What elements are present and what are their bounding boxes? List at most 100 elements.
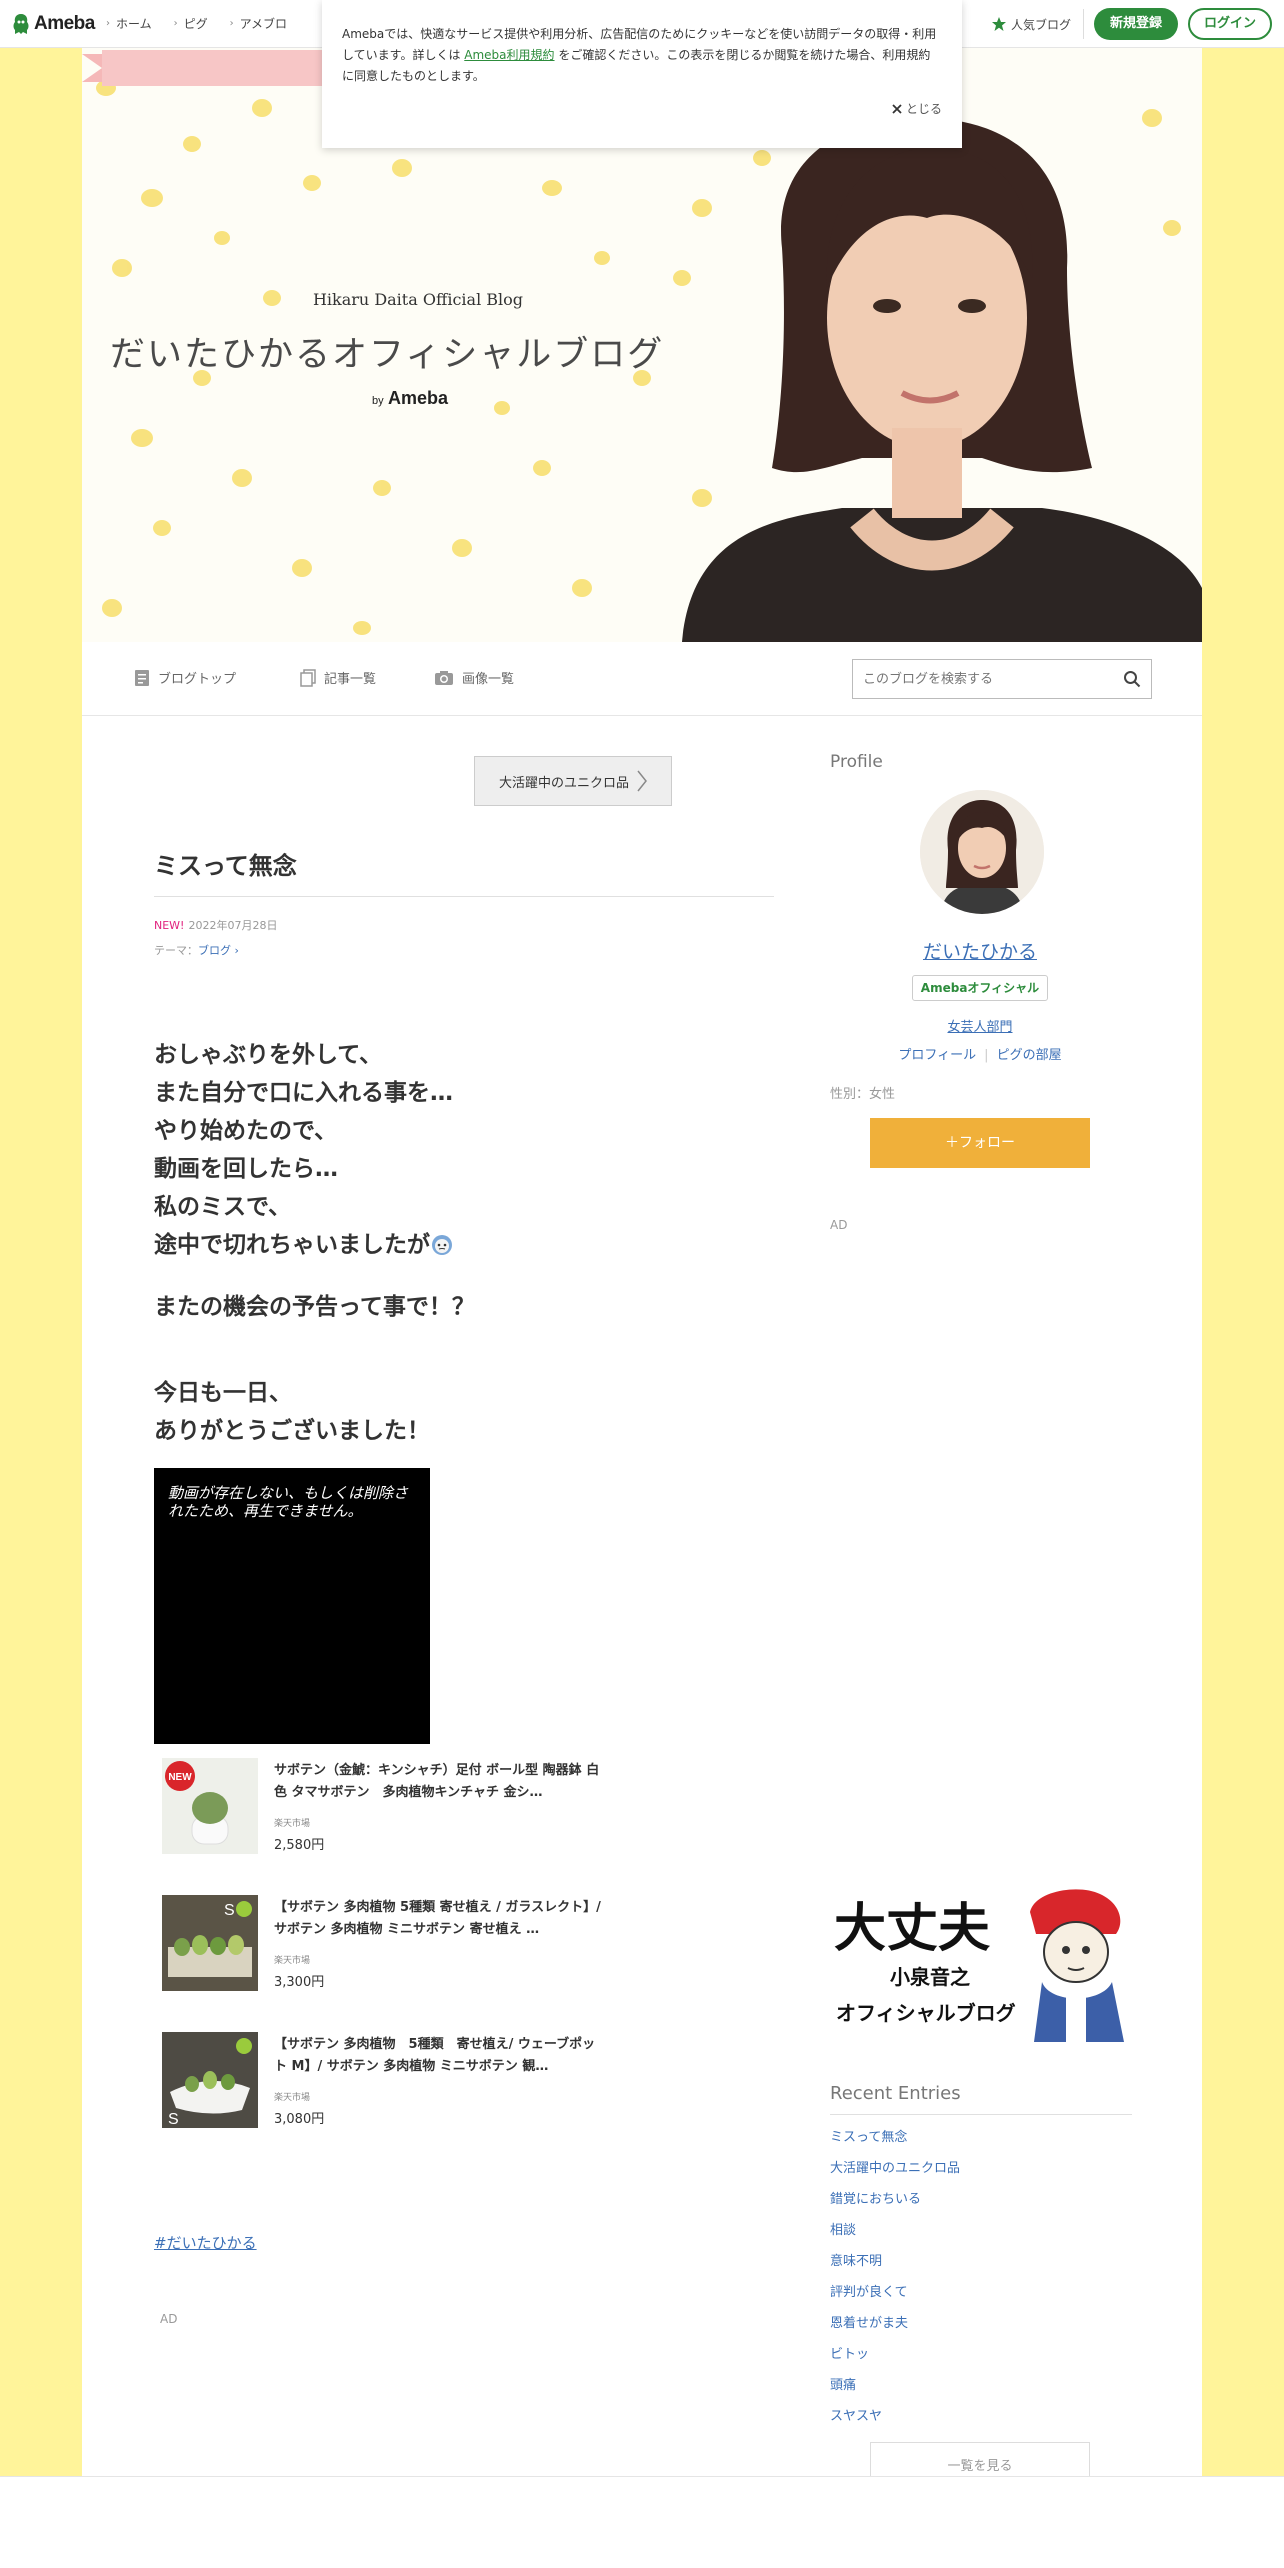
recent-divider: [830, 2114, 1132, 2115]
cookie-notice: Amebaでは、快適なサービス提供や利用分析、広告配信のためにクッキーなどを使い…: [322, 0, 962, 148]
product-price: 3,300円: [274, 1975, 325, 1990]
blog-search: [852, 659, 1152, 699]
recent-entry-link[interactable]: 大活躍中のユニクロ品: [830, 2157, 960, 2188]
profile-link[interactable]: プロフィール: [898, 1048, 976, 1063]
ad-label: AD: [160, 2312, 178, 2326]
product-name[interactable]: サボテン（金鯱：キンシャチ）足付 ボール型 陶器鉢 白色 タマサボテン 多肉植物…: [274, 1760, 604, 1804]
nav-images[interactable]: 画像一覧: [434, 668, 514, 687]
nav-entries[interactable]: 記事一覧: [300, 668, 376, 687]
svg-text:S: S: [224, 1902, 235, 1919]
article-title: ミスって無念: [154, 852, 297, 880]
ameba-logo-text: Ameba: [34, 13, 95, 34]
video-error-message: 動画が存在しない、もしくは削除されたため、再生できません。: [168, 1484, 409, 1520]
blog-title: だいたひかるオフィシャルブログ: [110, 335, 665, 375]
theme-link[interactable]: ブログ: [198, 944, 231, 957]
close-icon: [892, 103, 902, 114]
copy-icon: [300, 668, 316, 687]
product-image[interactable]: S: [162, 2032, 258, 2128]
nav-images-label: 画像一覧: [462, 672, 515, 687]
signup-button[interactable]: 新規登録: [1093, 8, 1178, 40]
recent-entry-link[interactable]: 意味不明: [830, 2250, 960, 2281]
product-item[interactable]: NEW サボテン（金鯱：キンシャチ）足付 ボール型 陶器鉢 白色 タマサボテン …: [162, 1758, 622, 1858]
profile-heading: Profile: [830, 752, 883, 772]
ameba-logo[interactable]: Ameba: [12, 10, 95, 38]
product-price: 2,580円: [274, 1838, 325, 1853]
pigg-room-link[interactable]: ピグの部屋: [997, 1048, 1062, 1063]
global-nav-ameblo[interactable]: › アメブロ: [230, 15, 287, 32]
nav-blog-top[interactable]: ブログトップ: [134, 668, 236, 687]
chevron-right-icon: ›: [106, 18, 110, 29]
chevron-right-icon: [637, 770, 647, 792]
banner-ad[interactable]: 大丈夫 小泉音之 オフィシャルブログ: [830, 1884, 1132, 2042]
document-icon: [135, 669, 149, 686]
svg-text:オフィシャルブログ: オフィシャルブログ: [836, 2001, 1016, 2025]
global-actions: 人気ブログ 新規登録 ログイン: [991, 8, 1272, 40]
hashtag-link[interactable]: #だいたひかる: [154, 2232, 257, 2253]
product-image[interactable]: S: [162, 1895, 258, 1991]
article-paragraph: またの機会の予告って事で！？: [154, 1294, 475, 1320]
recent-entry-link[interactable]: ビトッ: [830, 2343, 960, 2374]
recent-entry-link[interactable]: 評判が良くて: [830, 2281, 960, 2312]
sweat-face-emoji-icon: [432, 1235, 452, 1255]
global-nav-home[interactable]: › ホーム: [106, 15, 152, 32]
login-button[interactable]: ログイン: [1187, 8, 1272, 40]
recent-entries-heading: Recent Entries: [830, 2083, 961, 2104]
product-shop: 楽天市場: [274, 1819, 311, 1829]
new-badge: NEW!: [154, 919, 185, 932]
header-ribbon-text: Hikaru Daita Official Blog: [312, 290, 524, 309]
chevron-right-icon: ›: [229, 18, 234, 29]
article-body: おしゃぶりを外して、 また自分で口に入れる事を… やり始めたので、 動画を回した…: [154, 1036, 475, 1450]
search-icon[interactable]: [1123, 670, 1141, 688]
product-price: 3,080円: [274, 2112, 325, 2127]
follow-button[interactable]: ＋フォロー: [870, 1118, 1090, 1168]
category-link[interactable]: 女芸人部門: [830, 1016, 1130, 1035]
recent-entries-list: ミスって無念 大活躍中のユニクロ品 錯覚におちいる 相談 意味不明 評判が良くて…: [830, 2126, 960, 2436]
article-theme: テーマ：ブログ ›: [154, 944, 239, 957]
product-item[interactable]: S 【サボテン 多肉植物 5種類 寄せ植え / ガラスレクト】/ サボテン 多肉…: [162, 1895, 622, 1995]
gender-text: 性別：女性: [830, 1087, 896, 1102]
nav-blog-top-label: ブログトップ: [158, 672, 237, 687]
recent-entry-link[interactable]: 相談: [830, 2219, 960, 2250]
popular-blogs-link[interactable]: 人気ブログ: [991, 9, 1084, 39]
recent-entry-link[interactable]: ミスって無念: [830, 2126, 960, 2157]
svg-text:大丈夫: 大丈夫: [834, 1899, 991, 1959]
product-image[interactable]: NEW: [162, 1758, 258, 1854]
recent-entry-link[interactable]: 錯覚におちいる: [830, 2188, 960, 2219]
global-nav-pigg[interactable]: › ピグ: [174, 15, 208, 32]
avatar[interactable]: [920, 790, 1044, 914]
camera-icon: [435, 670, 453, 685]
search-input[interactable]: [853, 660, 1103, 698]
video-player[interactable]: 動画が存在しない、もしくは削除されたため、再生できません。: [154, 1468, 430, 1744]
star-icon: [991, 17, 1006, 31]
article-paragraph: おしゃぶりを外して、 また自分で口に入れる事を… やり始めたので、 動画を回した…: [154, 1042, 453, 1258]
profile-links: プロフィール | ピグの部屋: [898, 1048, 1062, 1063]
recent-entry-link[interactable]: 頭痛: [830, 2374, 960, 2405]
official-badge: Amebaオフィシャル: [912, 975, 1048, 1001]
nav-entries-label: 記事一覧: [324, 672, 377, 687]
recent-entry-link[interactable]: 恩着せがま夫: [830, 2312, 960, 2343]
page-wrapper: Hikaru Daita Official Blog だいたひかるオフィシャルブ…: [82, 0, 1202, 2568]
product-name[interactable]: 【サボテン 多肉植物 5種類 寄せ植え / ガラスレクト】/ サボテン 多肉植物…: [274, 1897, 604, 1941]
recent-entry-link[interactable]: スヤスヤ: [830, 2405, 960, 2436]
ad-label: AD: [830, 1218, 848, 1232]
prev-entry-label: 大活躍中のユニクロ品: [498, 775, 629, 791]
svg-text:S: S: [168, 2111, 179, 2128]
article-date: NEW! 2022年07月28日: [154, 919, 278, 932]
profile-name-link[interactable]: だいたひかる: [830, 937, 1130, 964]
ameba-mascot-icon: [13, 14, 29, 34]
svg-text:小泉音之: 小泉音之: [890, 1965, 970, 1989]
blog-nav: ブログトップ 記事一覧 画像一覧: [82, 642, 1202, 716]
title-divider: [154, 896, 774, 897]
terms-link[interactable]: Ameba利用規約: [464, 48, 554, 62]
prev-entry-button[interactable]: 大活躍中のユニクロ品: [474, 756, 672, 806]
product-shop: 楽天市場: [274, 1956, 311, 1966]
product-shop: 楽天市場: [274, 2093, 311, 2103]
global-nav: › ホーム › ピグ › アメブロ: [106, 15, 287, 32]
avatar-image: [920, 790, 1044, 914]
product-item[interactable]: S 【サボテン 多肉植物 5種類 寄せ植え/ ウェーブポット M】/ サボテン …: [162, 2032, 622, 2132]
product-name[interactable]: 【サボテン 多肉植物 5種類 寄せ植え/ ウェーブポット M】/ サボテン 多肉…: [274, 2034, 604, 2078]
cookie-close-button[interactable]: とじる: [892, 100, 942, 117]
cookie-text: Amebaでは、快適なサービス提供や利用分析、広告配信のためにクッキーなどを使い…: [342, 27, 937, 83]
chevron-right-icon: ›: [173, 18, 178, 29]
footer-area: [0, 2476, 1284, 2568]
